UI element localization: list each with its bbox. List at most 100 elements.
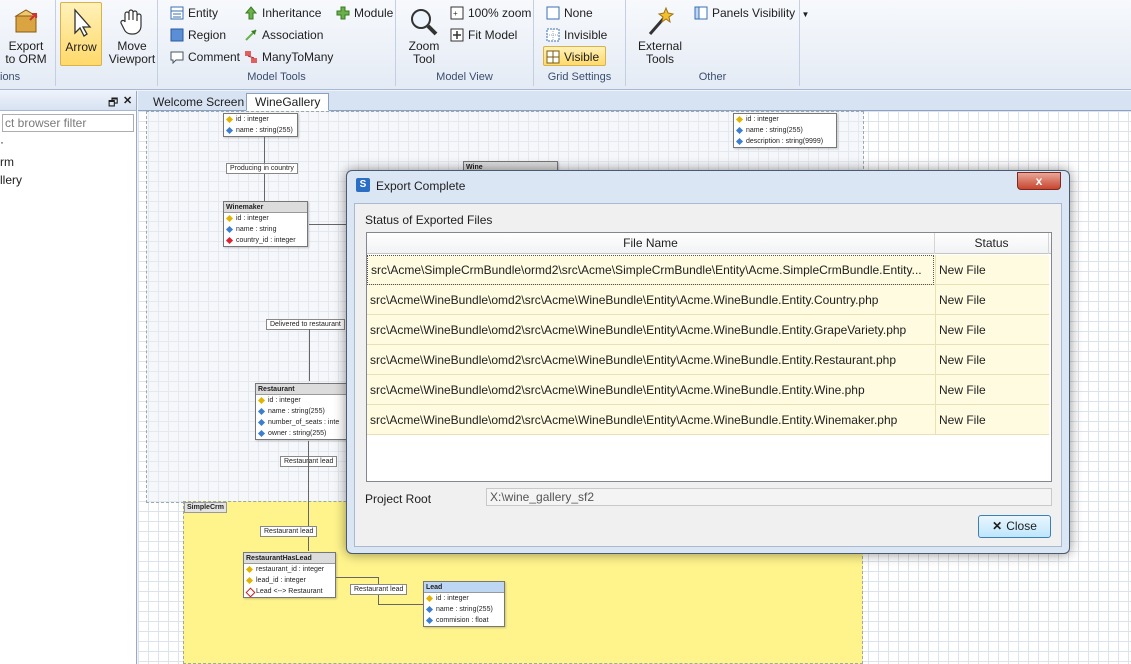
fit-model-label: Fit Model: [468, 28, 518, 42]
grid-invisible-button[interactable]: Invisible: [544, 25, 607, 45]
zoom-100-button[interactable]: + 100% zoom: [448, 3, 531, 23]
simplecrm-region-label: SimpleCrm: [184, 502, 227, 513]
table-row[interactable]: src\Acme\WineBundle\omd2\src\Acme\WineBu…: [367, 315, 1049, 345]
status-cell: New File: [935, 255, 1049, 285]
region-icon: [170, 28, 184, 42]
tab-welcome-screen[interactable]: Welcome Screen: [144, 93, 253, 111]
comment-tool-button[interactable]: Comment: [168, 47, 240, 67]
dialog-title: Export Complete: [376, 179, 466, 193]
field-row: owner : string(255): [256, 428, 349, 439]
entity-lead[interactable]: Lead id : integer name : string(255) com…: [423, 581, 505, 627]
entity-title: Lead: [424, 582, 504, 593]
arrow-button[interactable]: Arrow: [60, 2, 102, 66]
module-icon: [336, 6, 350, 20]
status-label: Status of Exported Files: [365, 213, 493, 227]
close-panel-icon[interactable]: ✕: [123, 94, 132, 107]
browser-filter-input[interactable]: ct browser filter: [2, 114, 134, 132]
association-icon: [245, 29, 257, 41]
connector-line: [309, 224, 349, 225]
ribbon-group-grid-settings: None Invisible Visible Grid Settings: [534, 0, 626, 86]
many-to-many-icon: [245, 51, 257, 63]
region-tool-button[interactable]: Region: [168, 25, 226, 45]
svg-text:+: +: [453, 9, 458, 18]
inheritance-icon: [244, 6, 258, 20]
panels-visibility-label: Panels Visibility: [712, 6, 796, 20]
magic-wand-icon: [648, 6, 675, 35]
tree-item-simplecrm[interactable]: rm: [0, 153, 136, 171]
entity-tool-button[interactable]: Entity: [168, 3, 218, 23]
move-viewport-label: Move Viewport: [108, 39, 156, 66]
table-row[interactable]: src\Acme\WineBundle\omd2\src\Acme\WineBu…: [367, 345, 1049, 375]
grid-header: File Name Status: [367, 233, 1051, 254]
many-to-many-tool-button[interactable]: ManyToMany: [242, 47, 333, 67]
module-label: Module: [354, 6, 394, 20]
grid-none-label: None: [564, 6, 593, 20]
entity-icon: [170, 6, 184, 20]
status-cell: New File: [935, 375, 1049, 405]
column-header-status[interactable]: Status: [935, 233, 1049, 254]
entity-winemaker[interactable]: Winemaker id : integer name : string cou…: [223, 201, 308, 247]
status-cell: New File: [935, 405, 1049, 435]
zoom-100-label: 100% zoom: [468, 6, 532, 20]
close-button-label: Close: [1006, 519, 1037, 533]
ribbon-group-label-grid-settings: Grid Settings: [547, 71, 612, 83]
tree-item-root[interactable]: ·: [0, 135, 136, 153]
entity-restaurant-has-lead[interactable]: RestaurantHasLead restaurant_id : intege…: [243, 552, 336, 598]
file-name-cell: src\Acme\WineBundle\omd2\src\Acme\WineBu…: [370, 383, 865, 397]
grid-invisible-icon: [546, 28, 560, 42]
column-header-file-name[interactable]: File Name: [367, 233, 935, 254]
table-row[interactable]: src\Acme\WineBundle\omd2\src\Acme\WineBu…: [367, 285, 1049, 315]
close-window-button[interactable]: x: [1017, 172, 1061, 190]
external-tools-button[interactable]: External Tools: [634, 2, 686, 66]
grid-none-button[interactable]: None: [544, 3, 593, 23]
close-button[interactable]: ✕ Close: [978, 515, 1051, 538]
entity-grape-variety[interactable]: id : integer name : string(255) descript…: [733, 113, 837, 148]
comment-icon: [170, 51, 184, 64]
relation-label-producing: Producing in country: [226, 163, 298, 174]
connector-line: [378, 604, 423, 605]
exported-files-grid[interactable]: File Name Status src\Acme\SimpleCrmBundl…: [366, 232, 1052, 482]
ribbon-group-label-model-view: Model View: [436, 71, 493, 83]
field-row: id : integer: [734, 114, 836, 125]
table-row[interactable]: src\Acme\SimpleCrmBundle\ormd2\src\Acme\…: [367, 255, 1049, 285]
fit-model-button[interactable]: Fit Model: [448, 25, 517, 45]
association-label: Association: [262, 28, 324, 42]
inheritance-tool-button[interactable]: Inheritance: [242, 3, 321, 23]
panels-visibility-button[interactable]: Panels Visibility ▼: [692, 3, 809, 23]
comment-label: Comment: [188, 50, 241, 64]
entity-restaurant[interactable]: Restaurant id : integer name : string(25…: [255, 383, 350, 440]
module-tool-button[interactable]: Module: [334, 3, 393, 23]
document-tabs: Welcome Screen WineGallery: [138, 91, 1131, 111]
entity-label: Entity: [188, 6, 219, 20]
association-tool-button[interactable]: Association: [242, 25, 323, 45]
file-name-cell: src\Acme\WineBundle\omd2\src\Acme\WineBu…: [370, 323, 907, 337]
field-row: name : string: [224, 224, 307, 235]
field-row: id : integer: [424, 593, 504, 604]
field-row: Lead <--> Restaurant: [244, 586, 335, 597]
magnifier-icon: [411, 9, 438, 36]
panels-icon: [694, 6, 708, 20]
ribbon-group-tools: Arrow Move Viewport: [56, 0, 158, 86]
export-to-orm-button[interactable]: Export to ORM: [0, 2, 52, 66]
dock-icon[interactable]: 🗗: [108, 94, 118, 113]
field-row: description : string(9999): [734, 136, 836, 147]
zoom-tool-button[interactable]: Zoom Tool: [398, 2, 450, 66]
field-row: country_id : integer: [224, 235, 307, 246]
table-row[interactable]: src\Acme\WineBundle\omd2\src\Acme\WineBu…: [367, 375, 1049, 405]
move-viewport-button[interactable]: Move Viewport: [106, 2, 158, 66]
dialog-titlebar[interactable]: S Export Complete x: [347, 171, 1069, 197]
project-root-field[interactable]: X:\wine_gallery_sf2: [486, 488, 1052, 506]
relation-label-delivered: Delivered to restaurant: [266, 319, 345, 330]
ribbon: Export to ORM ions Arrow Move Viewport E…: [0, 0, 1131, 90]
tree-item-winegallery[interactable]: llery: [0, 171, 136, 189]
grid-visible-label: Visible: [564, 50, 600, 64]
field-row: id : integer: [256, 395, 349, 406]
entity-country[interactable]: id : integer name : string(255): [223, 113, 298, 137]
tab-winegallery[interactable]: WineGallery: [246, 93, 330, 111]
grid-visible-button[interactable]: Visible: [543, 46, 607, 66]
table-row[interactable]: src\Acme\WineBundle\omd2\src\Acme\WineBu…: [367, 405, 1049, 435]
fit-model-icon: [450, 28, 464, 42]
field-row: name : string(255): [424, 604, 504, 615]
file-name-cell: src\Acme\SimpleCrmBundle\ormd2\src\Acme\…: [367, 255, 934, 285]
zoom-tool-label: Zoom Tool: [408, 39, 440, 66]
